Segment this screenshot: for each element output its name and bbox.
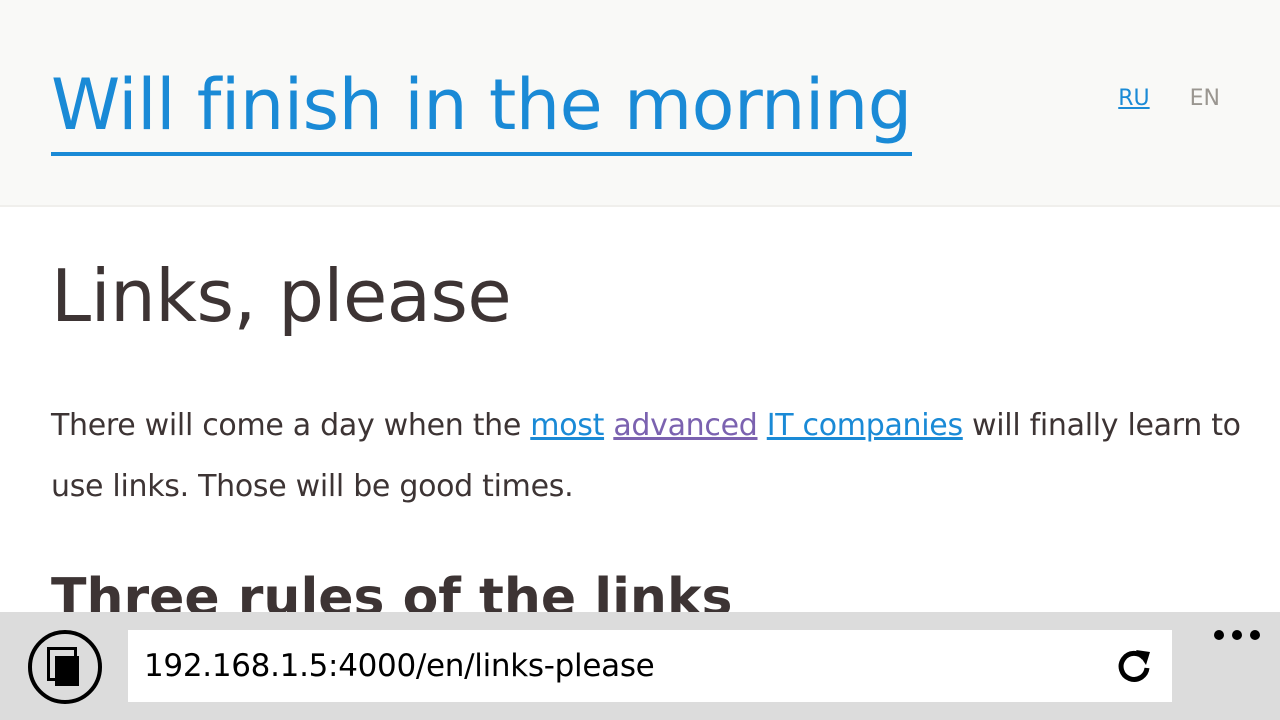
site-title-link[interactable]: Will finish in the morning [51, 62, 912, 156]
more-dots-icon [1214, 630, 1224, 640]
paragraph-text-before: There will come a day when the [51, 408, 531, 443]
more-options-button[interactable] [1214, 620, 1260, 650]
article-title: Links, please [51, 254, 512, 338]
tabs-button[interactable] [28, 630, 102, 704]
language-switcher: RU EN [1118, 84, 1220, 114]
refresh-icon[interactable] [1114, 646, 1154, 686]
url-field[interactable]: 192.168.1.5:4000/en/links-please [128, 630, 1172, 702]
link-most[interactable]: most [530, 408, 604, 443]
link-advanced[interactable]: advanced [613, 408, 757, 443]
language-en-current: EN [1189, 86, 1220, 111]
browser-address-bar: 192.168.1.5:4000/en/links-please [0, 612, 1280, 720]
site-header: Will finish in the morning RU EN [0, 0, 1280, 207]
url-text: 192.168.1.5:4000/en/links-please [144, 648, 655, 684]
link-it-companies[interactable]: IT companies [767, 408, 963, 443]
page: Will finish in the morning RU EN Links, … [0, 0, 1280, 720]
language-ru-link[interactable]: RU [1118, 84, 1149, 114]
article-paragraph: There will come a day when the most adva… [51, 395, 1241, 517]
